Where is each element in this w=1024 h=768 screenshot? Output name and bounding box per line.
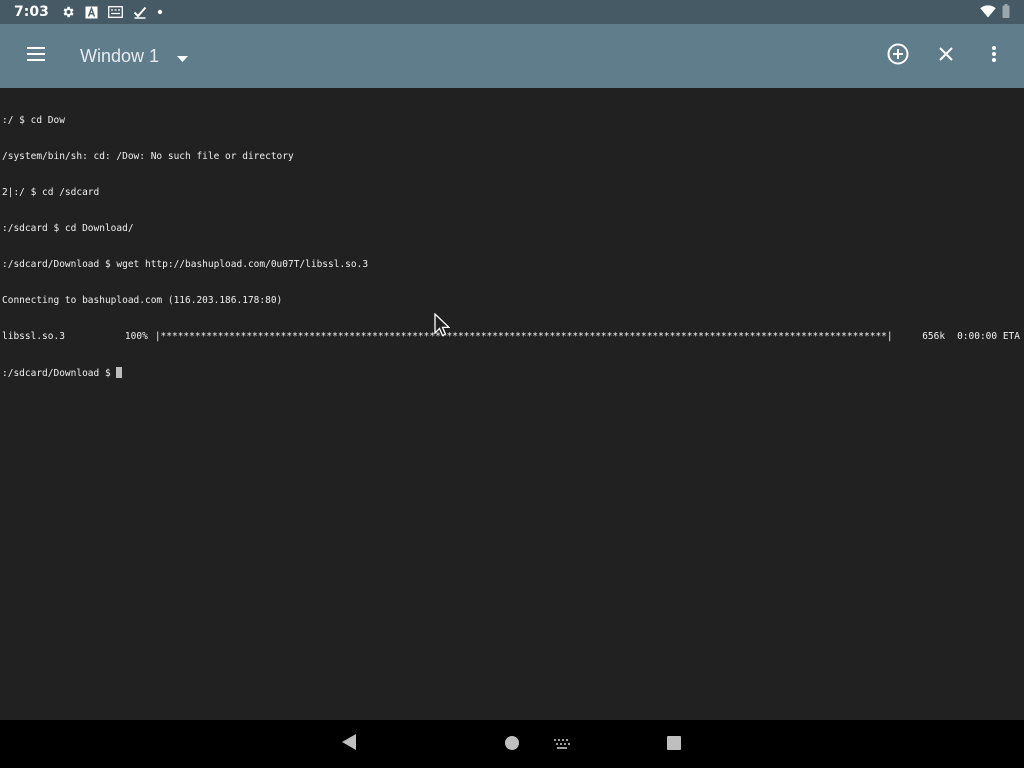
wifi-icon	[980, 3, 996, 22]
keyboard-badge-icon	[107, 6, 123, 18]
back-button[interactable]	[325, 720, 373, 768]
mouse-pointer-icon	[434, 312, 451, 341]
status-time: 7:03	[14, 4, 49, 20]
text-a-icon	[85, 6, 98, 19]
status-bar: 7:03	[0, 0, 1024, 24]
terminal-line: Connecting to bashupload.com (116.203.18…	[2, 295, 283, 306]
app-bar-actions	[874, 32, 1024, 80]
progress-size: 656k	[922, 331, 946, 342]
window-title: Window 1	[80, 45, 160, 66]
battery-icon	[1002, 3, 1010, 22]
settings-icon	[61, 5, 75, 19]
terminal-line: :/sdcard/Download $ wget http://bashuplo…	[2, 259, 369, 270]
navigation-bar	[0, 720, 1024, 768]
progress-bar: |***************************************…	[154, 331, 893, 342]
more-options-button[interactable]	[970, 32, 1018, 80]
hamburger-menu-icon	[26, 46, 46, 66]
terminal-line: :/sdcard $ cd Download/	[2, 223, 134, 234]
keyboard-icon	[553, 735, 571, 754]
back-icon	[342, 734, 356, 754]
progress-eta: 0:00:00 ETA	[957, 331, 1020, 342]
home-icon	[505, 735, 519, 754]
dot-icon	[157, 9, 163, 15]
terminal-view[interactable]: :/ $ cd Dow /system/bin/sh: cd: /Dow: No…	[0, 88, 1024, 720]
terminal-line: :/ $ cd Dow	[2, 115, 65, 126]
home-button[interactable]	[488, 720, 536, 768]
window-selector[interactable]: Window 1	[80, 45, 189, 67]
close-window-button[interactable]	[922, 32, 970, 80]
terminal-cursor	[116, 367, 123, 378]
terminal-prompt: :/sdcard/Download $	[2, 368, 117, 379]
dropdown-arrow-icon	[177, 47, 189, 66]
progress-filename: libssl.so.3	[2, 331, 65, 342]
notification-icons	[61, 5, 163, 19]
add-window-icon	[887, 43, 909, 69]
progress-percent: 100%	[124, 331, 148, 342]
close-window-icon	[938, 46, 954, 66]
add-window-button[interactable]	[874, 32, 922, 80]
more-options-icon	[992, 46, 996, 66]
terminal-prompt-line[interactable]: :/sdcard/Download $	[2, 367, 1022, 379]
keyboard-button[interactable]	[538, 720, 586, 768]
terminal-line: /system/bin/sh: cd: /Dow: No such file o…	[2, 151, 294, 162]
recents-icon	[667, 735, 681, 754]
system-icons	[980, 3, 1010, 22]
app-bar: Window 1	[0, 24, 1024, 88]
check-icon	[133, 5, 147, 19]
terminal-line: 2|:/ $ cd /sdcard	[2, 187, 100, 198]
download-progress-line: libssl.so.3 100% |************************…	[2, 331, 1020, 343]
navigation-menu-button[interactable]	[0, 24, 72, 88]
recents-button[interactable]	[650, 720, 698, 768]
